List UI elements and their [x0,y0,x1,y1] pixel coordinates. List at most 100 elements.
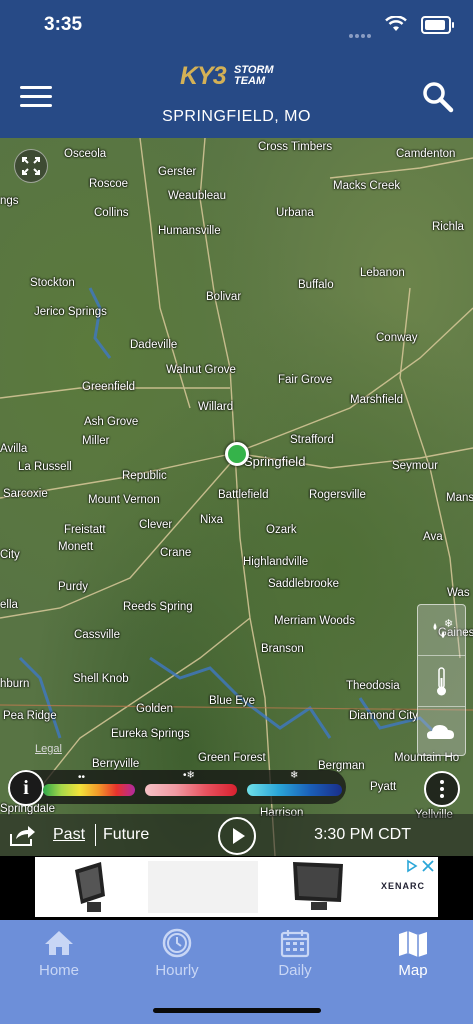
place-label: Freistatt [64,524,106,536]
battery-icon [421,16,454,34]
place-label: Theodosia [346,680,400,692]
ad-monitor-image-1 [75,862,105,912]
place-label: Highlandville [243,556,309,568]
layer-selector[interactable]: ❄ [417,604,466,756]
place-label: Clever [139,519,173,531]
layer-temperature-button[interactable] [418,656,465,707]
home-icon [45,931,73,955]
mix-drops-snow-icon: •❄ [183,770,195,781]
legal-link[interactable]: Legal [35,743,62,755]
cellular-signal-icon [349,25,373,43]
app-header: KY3 STORM TEAM SPRINGFIELD, MO [0,50,473,138]
place-label: Weaubleau [168,190,226,202]
place-label: Fair Grove [278,374,333,386]
place-label: Camdenton [396,148,456,160]
logo-storm-team: STORM TEAM [234,64,274,87]
fullscreen-button[interactable] [14,149,48,183]
place-label: hburn [0,678,30,690]
place-label: Macks Creek [333,180,401,192]
place-label: Rogersville [309,489,366,501]
expand-icon [22,157,40,175]
place-label: Reeds Spring [123,601,193,613]
place-label-springfield: Springfield [244,454,306,469]
logo-ky3: KY3 [180,62,227,90]
location-title[interactable]: SPRINGFIELD, MO [0,108,473,126]
tab-map[interactable]: Map [354,920,472,990]
place-label: Was [447,587,470,599]
rain-scale [43,784,135,796]
cloud-icon [427,725,454,739]
tab-daily-label: Daily [278,962,312,979]
tab-home[interactable]: Home [0,920,118,990]
place-label: La Russell [18,461,72,473]
place-label: Ava [423,531,443,543]
search-icon[interactable] [421,80,455,114]
place-label: Eureka Springs [111,728,190,740]
menu-button[interactable] [20,86,52,110]
snow-scale [247,784,342,796]
place-label: Miller [82,435,110,447]
ad-banner[interactable]: XENARC [0,856,473,920]
tab-home-label: Home [38,962,79,979]
home-indicator [153,1008,321,1013]
tab-map-label: Map [398,962,428,979]
place-label: Merriam Woods [274,615,355,627]
place-label: Berryville [92,758,140,770]
place-label: Mans [446,492,473,504]
mix-scale [145,784,237,796]
place-label: Urbana [276,207,314,219]
place-label: Diamond City [349,710,419,722]
rain-drops-icon: •• [78,772,86,783]
place-label: Shell Knob [73,673,129,685]
place-label: Osceola [64,148,107,160]
place-label: Ash Grove [84,416,139,428]
place-label: ella [0,599,18,611]
status-time: 3:35 [44,14,83,35]
future-toggle[interactable]: Future [103,826,149,844]
share-icon[interactable] [8,822,36,848]
thermometer-icon [437,667,446,696]
place-label: ngs [0,195,19,207]
tab-daily[interactable]: Daily [236,920,354,990]
svg-text:❄: ❄ [444,617,453,630]
wifi-icon [385,16,407,31]
place-label: Strafford [290,434,334,446]
place-label: Pyatt [370,781,397,793]
past-toggle[interactable]: Past [53,826,85,844]
place-label: Roscoe [89,178,128,190]
place-label: Purdy [58,581,89,593]
place-label: Willard [198,401,234,413]
place-label: Monett [58,541,94,553]
place-label: Buffalo [298,279,334,291]
info-button[interactable]: i [8,770,44,806]
snowflake-icon: ❄ [290,770,299,781]
place-label: Crane [160,547,192,559]
place-label: Conway [376,332,418,344]
tab-hourly[interactable]: Hourly [118,920,236,990]
ad-content[interactable]: XENARC [35,857,438,917]
current-location-marker[interactable] [225,442,249,466]
precip-drops-icon: ❄ [433,617,453,638]
place-label: Lebanon [360,267,405,279]
place-label: Golden [136,703,174,715]
layer-cloud-button[interactable] [418,707,465,757]
ad-brand: XENARC [381,881,426,891]
place-label: Humansville [158,225,221,237]
radar-map[interactable]: Osceola Gerster Cross Timbers Camdenton … [0,138,473,856]
place-label: Blue Eye [209,695,256,707]
timeline-divider [95,824,96,846]
ky3-storm-team-logo: KY3 STORM TEAM [180,62,298,92]
timeline-controls: Past Future 3:30 PM CDT [0,814,473,856]
play-button[interactable] [218,817,256,855]
place-label: Avilla [0,443,28,455]
place-label: Richla [432,221,464,233]
more-options-button[interactable] [424,771,460,807]
place-label: Cross Timbers [258,141,333,153]
place-label: Jerico Springs [34,306,107,318]
ad-choices-icon[interactable] [406,859,436,873]
place-label: Pea Ridge [3,710,57,722]
place-label: Mount Vernon [88,494,160,506]
ad-monitor-image-2 [293,862,343,910]
place-label: Branson [261,643,304,655]
layer-precip-button[interactable]: ❄ [418,605,465,656]
